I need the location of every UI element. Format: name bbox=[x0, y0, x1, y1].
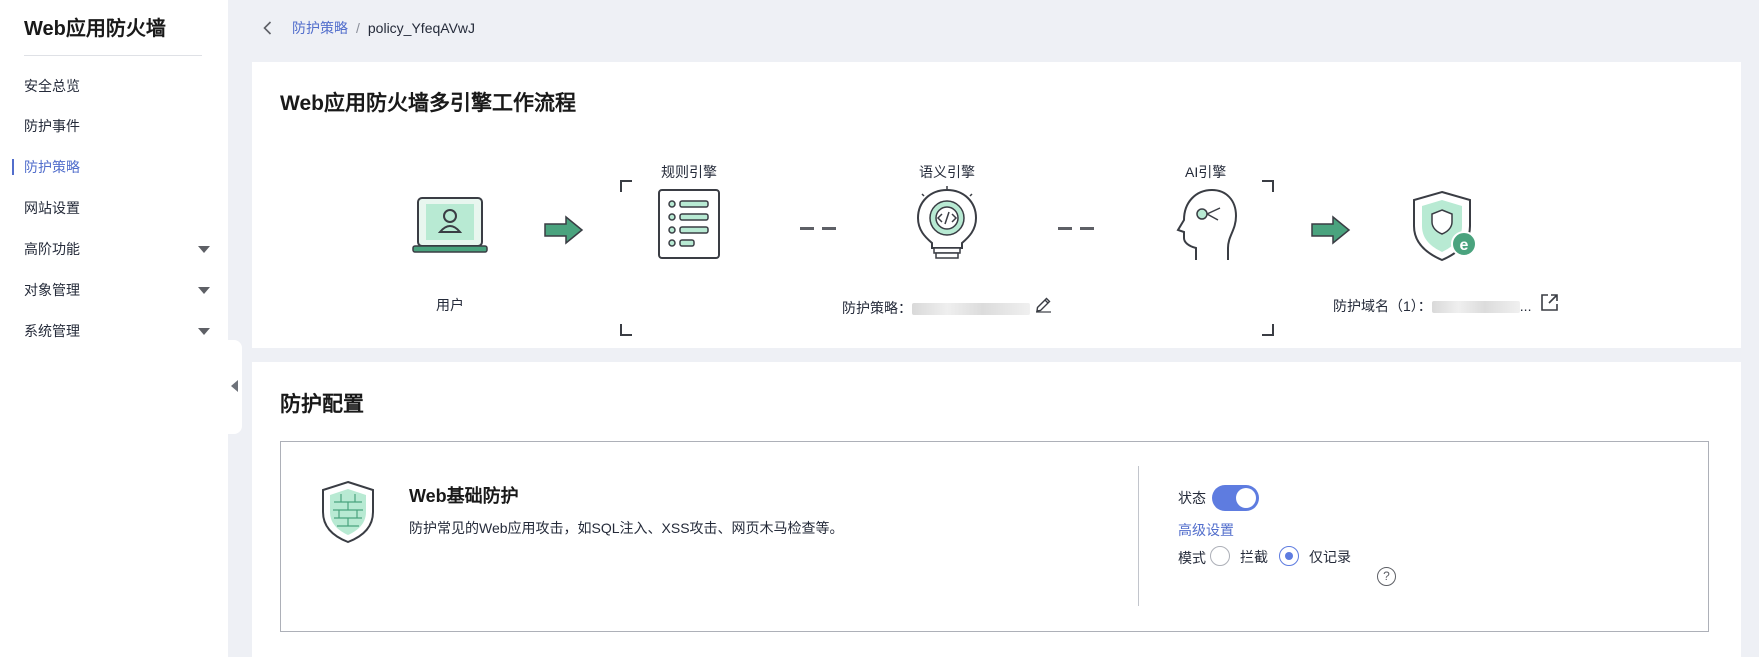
sidebar-item-label: 网站设置 bbox=[24, 200, 80, 216]
sidebar-item-site-settings[interactable]: 网站设置 bbox=[24, 196, 210, 220]
status-label: 状态 bbox=[1178, 490, 1206, 506]
ai-head-icon bbox=[1176, 188, 1238, 260]
sidebar-item-advanced[interactable]: 高阶功能 bbox=[24, 237, 210, 261]
active-indicator bbox=[12, 159, 14, 175]
back-arrow-icon[interactable] bbox=[260, 20, 276, 36]
domain-label: 防护域名（1）： bbox=[1333, 298, 1432, 314]
domain-info: 防护域名（1）：... bbox=[1333, 296, 1531, 316]
sidebar-item-events[interactable]: 防护事件 bbox=[24, 114, 210, 138]
dash bbox=[1080, 227, 1094, 230]
advanced-settings-link[interactable]: 高级设置 bbox=[1178, 520, 1234, 540]
app-title: Web应用防火墙 bbox=[24, 18, 166, 40]
protection-config-card: 防护配置 Web基础防护 防护常见的Web应用攻击，如SQL注入、XSS攻击、网… bbox=[252, 362, 1741, 657]
chevron-down-icon bbox=[198, 287, 210, 294]
module-title: Web基础防护 bbox=[409, 486, 519, 506]
breadcrumb-parent-link[interactable]: 防护策略 bbox=[292, 18, 348, 38]
status-toggle[interactable] bbox=[1212, 485, 1259, 511]
toggle-knob bbox=[1236, 488, 1256, 508]
workflow-card: Web应用防火墙多引擎工作流程 用户 规则引擎 语义引擎 AI引擎 e 防护策略… bbox=[252, 62, 1741, 348]
mode-block-radio[interactable] bbox=[1210, 546, 1230, 566]
dash bbox=[800, 227, 814, 230]
sidebar-item-label: 系统管理 bbox=[24, 323, 80, 339]
user-laptop-icon bbox=[412, 197, 488, 253]
semantic-engine-icon bbox=[916, 186, 978, 259]
vertical-divider bbox=[1138, 466, 1139, 606]
workflow-title: Web应用防火墙多引擎工作流程 bbox=[280, 92, 576, 115]
edit-pencil-icon[interactable] bbox=[1035, 296, 1052, 313]
external-link-icon[interactable] bbox=[1540, 293, 1559, 312]
mode-block-label[interactable]: 拦截 bbox=[1240, 547, 1268, 567]
domain-ellipsis: ... bbox=[1519, 298, 1532, 314]
sidebar: Web应用防火墙 安全总览 防护事件 防护策略 网站设置 高阶功能 对象管理 系… bbox=[0, 0, 228, 657]
rule-engine-label: 规则引擎 bbox=[661, 164, 717, 180]
svg-text:e: e bbox=[1460, 237, 1469, 254]
chevron-down-icon bbox=[198, 328, 210, 335]
ai-engine-label: AI引擎 bbox=[1185, 164, 1227, 180]
flow-arrow-icon bbox=[1311, 215, 1351, 245]
policy-info: 防护策略： bbox=[842, 298, 1030, 318]
sidebar-item-objects[interactable]: 对象管理 bbox=[24, 278, 210, 302]
help-icon[interactable]: ? bbox=[1377, 567, 1396, 586]
mode-label: 模式 bbox=[1178, 550, 1206, 566]
sidebar-item-label: 防护事件 bbox=[24, 118, 80, 134]
divider bbox=[24, 55, 202, 56]
sidebar-item-system[interactable]: 系统管理 bbox=[24, 319, 210, 343]
config-title: 防护配置 bbox=[280, 393, 364, 416]
user-label: 用户 bbox=[436, 297, 464, 313]
bracket-bottom-left bbox=[620, 324, 632, 336]
dash bbox=[822, 227, 836, 230]
bracket-top-right bbox=[1262, 180, 1274, 192]
rule-engine-icon bbox=[658, 189, 720, 259]
sidebar-collapse-handle[interactable] bbox=[228, 340, 242, 434]
sidebar-item-policies[interactable]: 防护策略 bbox=[12, 155, 210, 179]
mode-log-only-label[interactable]: 仅记录 bbox=[1309, 547, 1351, 567]
redacted-domain bbox=[1431, 301, 1520, 314]
web-basic-protection-panel: Web基础防护 防护常见的Web应用攻击，如SQL注入、XSS攻击、网页木马检查… bbox=[280, 441, 1709, 632]
firewall-shield-icon bbox=[322, 480, 374, 544]
redacted-policy-name bbox=[912, 303, 1030, 316]
sidebar-item-label: 防护策略 bbox=[24, 159, 80, 175]
bracket-bottom-right bbox=[1262, 324, 1274, 336]
breadcrumb-current: policy_YfeqAVwJ bbox=[367, 20, 476, 36]
chevron-down-icon bbox=[198, 246, 210, 253]
sidebar-item-overview[interactable]: 安全总览 bbox=[24, 74, 210, 98]
semantic-engine-label: 语义引擎 bbox=[919, 164, 975, 180]
breadcrumb: 防护策略 / policy_YfeqAVwJ bbox=[260, 17, 475, 39]
dash bbox=[1058, 227, 1072, 230]
policy-label: 防护策略： bbox=[842, 300, 912, 316]
chevron-left-icon bbox=[231, 380, 238, 392]
breadcrumb-separator: / bbox=[356, 20, 360, 36]
bracket-top-left bbox=[620, 180, 632, 192]
sidebar-item-label: 安全总览 bbox=[24, 78, 80, 94]
mode-log-only-radio[interactable] bbox=[1279, 546, 1299, 566]
sidebar-item-label: 高阶功能 bbox=[24, 241, 80, 257]
protected-domain-shield-icon: e bbox=[1413, 190, 1477, 262]
flow-arrow-icon bbox=[544, 215, 584, 245]
sidebar-item-label: 对象管理 bbox=[24, 282, 80, 298]
module-description: 防护常见的Web应用攻击，如SQL注入、XSS攻击、网页木马检查等。 bbox=[409, 520, 844, 536]
